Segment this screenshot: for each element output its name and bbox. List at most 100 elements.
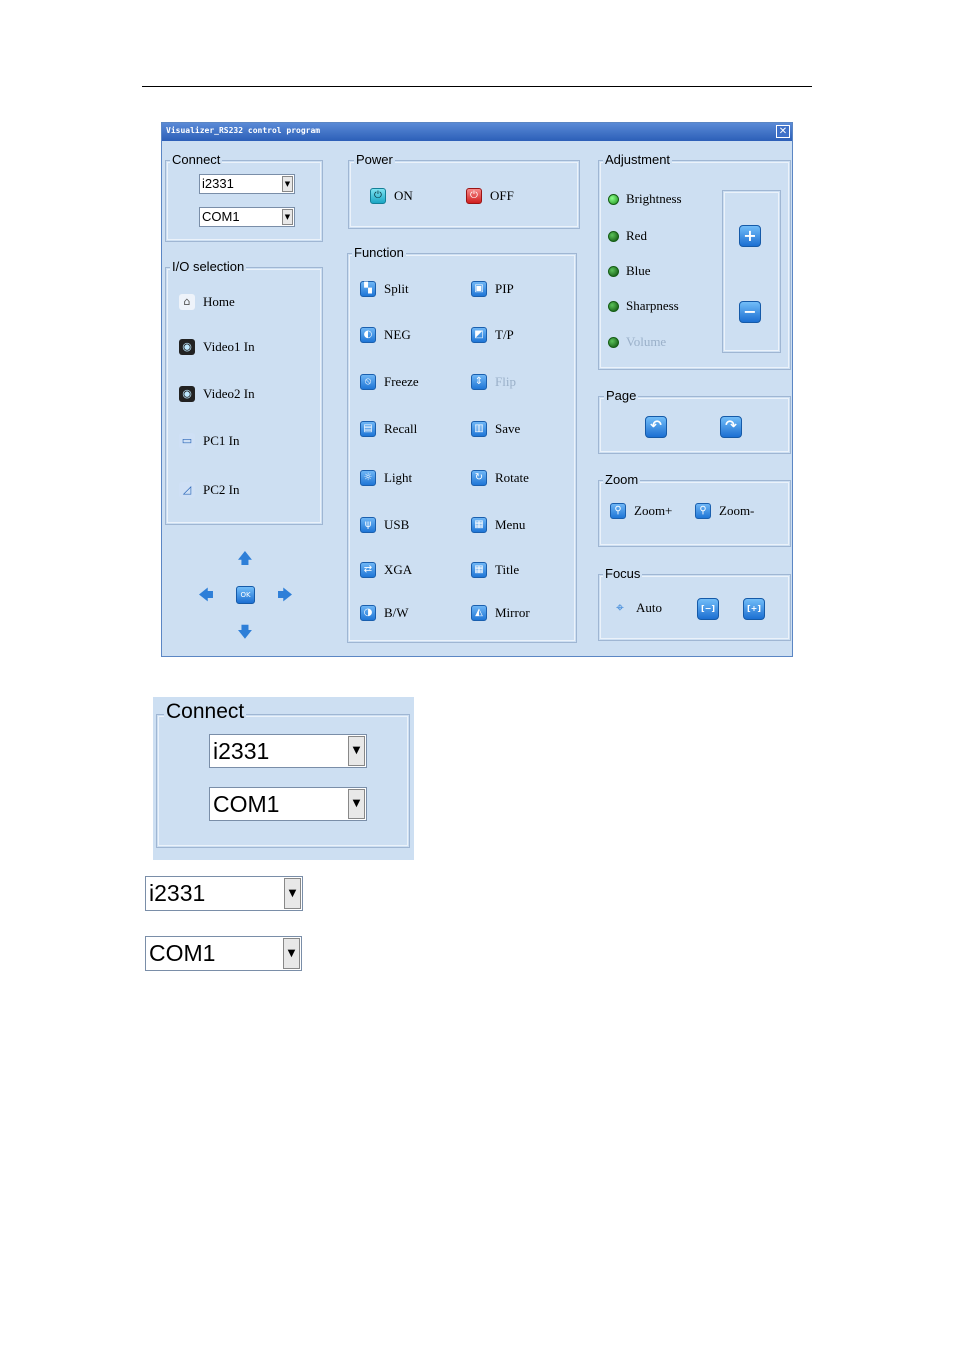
bw-icon: ◑ [360,605,376,621]
connect-zoomed-label: Connect [164,700,247,724]
function-item-label: Light [384,470,413,485]
function-item-label: Mirror [495,605,530,620]
power-icon: ⏻ [466,188,482,204]
negative-icon: ◐ [360,327,376,343]
connect-label: Connect [170,152,223,167]
usb-icon: ψ [360,517,376,533]
menu-icon: ▦ [471,517,487,533]
title-bar: Visualizer_RS232 control program ✕ [162,123,792,141]
function-item-label: Flip [495,374,516,389]
recall-icon: ▤ [360,421,376,437]
function-item-label: Recall [384,421,418,436]
function-item-label: Title [495,562,520,577]
camera-icon: ◉ [179,339,195,355]
computer-icon: ▭ [179,433,195,449]
mirror-icon: ◭ [471,605,487,621]
model-select-value: i2331 [149,880,206,906]
power-icon: ⏻ [370,188,386,204]
function-item-label: Rotate [495,470,529,485]
function-item-label: XGA [384,562,413,577]
auto-focus-label: Auto [636,600,662,615]
status-led-icon [608,231,619,242]
adjust-option-label: Sharpness [626,298,679,313]
freeze-icon: ⦸ [360,374,376,390]
port-select-value: COM1 [149,940,216,966]
io-item-label: Home [203,294,235,309]
status-led-icon [608,301,619,312]
io-item-label: PC2 In [203,482,240,497]
function-item-label: PIP [495,281,514,296]
arrow-up-button[interactable]: 🡅 [236,550,254,566]
page-next-button[interactable]: ↷ [720,416,742,438]
chevron-down-icon[interactable]: ▼ [282,176,293,192]
power-on-label: ON [394,188,413,203]
arrow-down-button[interactable]: 🡇 [236,624,254,640]
status-led-icon [608,266,619,277]
control-window: Visualizer_RS232 control program ✕ Conne… [161,122,793,657]
io-item-label: Video2 In [203,386,255,401]
zoom-in-label: Zoom+ [634,503,673,518]
io-item-label: Video1 In [203,339,255,354]
save-icon: ▥ [471,421,487,437]
port-select-value: COM1 [213,791,280,817]
adjust-option-label: Volume [626,334,667,349]
adjust-option-label: Red [626,228,647,243]
page-previous-button[interactable]: ↶ [645,416,667,438]
xga-icon: ⇄ [360,562,376,578]
chevron-down-icon[interactable]: ▼ [348,736,365,766]
magnifier-icon: ⚲ [610,503,626,519]
chevron-down-icon[interactable]: ▼ [348,789,365,819]
function-item-label: T/P [495,327,514,342]
function-item-label: Freeze [384,374,419,389]
close-button[interactable]: ✕ [776,125,790,138]
port-select-standalone[interactable]: COM1 ▼ [145,936,302,971]
zoom-label: Zoom [603,472,641,487]
ok-button[interactable]: OK [236,586,255,604]
adjust-option-label: Brightness [626,191,682,206]
function-group [347,253,577,643]
adjust-buttons-frame [722,190,781,353]
camera-icon: ◉ [179,386,195,402]
io-label: I/O selection [170,259,247,274]
increase-button[interactable]: + [739,225,761,247]
function-item-label: NEG [384,327,411,342]
window-title: Visualizer_RS232 control program [166,126,321,135]
model-select[interactable]: i2331 ▼ [199,174,295,194]
focus-far-button[interactable]: [+] [743,598,765,620]
power-label: Power [354,152,395,167]
io-item-label: PC1 In [203,433,240,448]
crosshair-icon: ⌖ [616,600,624,616]
decrease-button[interactable]: − [739,301,761,323]
split-icon: ▚ [360,281,376,297]
function-label: Function [352,245,406,260]
zoom-out-label: Zoom- [719,503,755,518]
model-select-zoomed[interactable]: i2331 ▼ [209,734,367,768]
page-label: Page [604,388,639,403]
laptop-icon: ◿ [179,482,195,498]
function-item-label: Split [384,281,409,296]
light-icon: ☼ [360,470,376,486]
port-select[interactable]: COM1 ▼ [199,207,295,227]
function-item-label: USB [384,517,410,532]
model-select-value: i2331 [213,738,270,764]
tp-icon: ◩ [471,327,487,343]
function-item-label: Save [495,421,521,436]
status-led-icon [608,337,619,348]
arrow-right-button[interactable]: 🡆 [276,587,294,603]
model-select-standalone[interactable]: i2331 ▼ [145,876,303,911]
connect-group [165,160,323,242]
flip-icon: ⇕ [471,374,487,390]
port-select-zoomed[interactable]: COM1 ▼ [209,787,367,821]
model-select-value: i2331 [202,176,234,191]
adjustment-label: Adjustment [603,152,673,167]
focus-label: Focus [603,566,643,581]
pip-icon: ▣ [471,281,487,297]
focus-near-button[interactable]: [−] [697,598,719,620]
chevron-down-icon[interactable]: ▼ [284,878,301,909]
arrow-left-button[interactable]: 🡄 [197,587,215,603]
chevron-down-icon[interactable]: ▼ [283,938,300,969]
status-led-icon [608,194,619,205]
rotate-icon: ↻ [471,470,487,486]
header-rule [142,86,812,87]
chevron-down-icon[interactable]: ▼ [282,209,293,225]
